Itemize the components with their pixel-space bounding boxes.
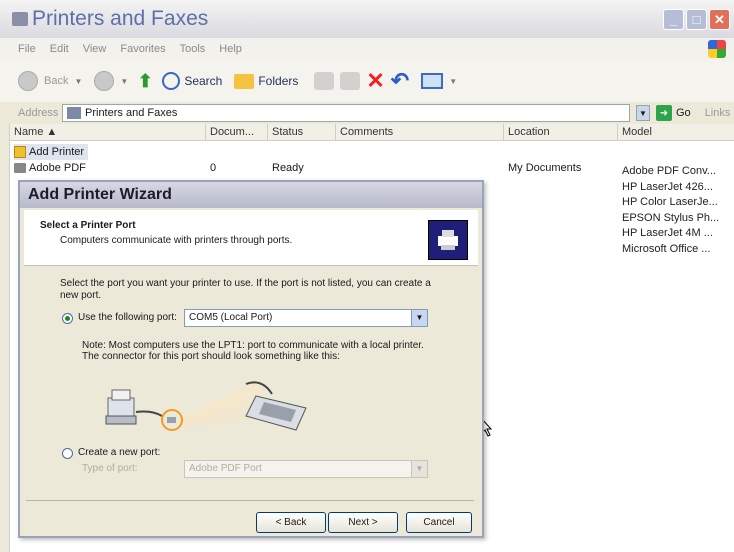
printer-name: Adobe PDF	[29, 162, 86, 174]
delete-icon[interactable]: ✕	[366, 68, 384, 94]
type-of-port-label: Type of port:	[82, 463, 138, 474]
model-cell: HP Color LaserJe...	[622, 196, 718, 208]
views-icon[interactable]	[421, 73, 444, 89]
back-button-label[interactable]: Back	[44, 75, 68, 87]
column-model[interactable]: Model	[618, 124, 734, 141]
menu-file[interactable]: File	[18, 43, 36, 55]
column-status[interactable]: Status	[268, 124, 336, 141]
printer-wizard-icon	[428, 220, 468, 260]
search-button-label: Search	[184, 74, 223, 88]
go-arrow-icon: ➜	[656, 105, 672, 121]
copy-to-icon[interactable]	[340, 72, 361, 90]
model-cell: HP LaserJet 426...	[622, 180, 713, 193]
menu-favorites[interactable]: Favorites	[120, 43, 165, 55]
menu-tools[interactable]: Tools	[180, 43, 206, 55]
move-to-icon[interactable]	[314, 72, 335, 90]
go-label: Go	[676, 107, 691, 119]
search-button[interactable]: Search	[162, 72, 222, 90]
wizard-step-subtitle: Computers communicate with printers thro…	[60, 235, 293, 246]
forward-arrow-icon[interactable]	[94, 71, 115, 91]
add-printer-wizard-dialog: Add Printer Wizard Select a Printer Port…	[18, 180, 484, 538]
address-bar: Address Printers and Faxes ▼ ➜ Go Links	[0, 103, 734, 123]
add-printer-icon	[14, 146, 26, 159]
window-title: Printers and Faxes	[32, 7, 209, 30]
wizard-instruction: Select the port you want your printer to…	[60, 278, 431, 301]
port-type-select-value: Adobe PDF Port	[189, 463, 262, 474]
printer-name: Add Printer	[29, 146, 85, 158]
port-select-dropdown-icon: ▼	[411, 310, 427, 326]
folders-button[interactable]: Folders	[234, 73, 299, 89]
use-following-port-label[interactable]: Use the following port:	[78, 312, 177, 323]
maximize-button[interactable]: □	[686, 9, 707, 30]
menu-view[interactable]: View	[83, 43, 107, 55]
next-button[interactable]: Next >	[328, 512, 398, 533]
undo-icon[interactable]: ↶	[391, 68, 409, 94]
printer-icon	[438, 230, 458, 250]
title-bar: Printers and Faxes _ □ ✕	[0, 0, 734, 38]
port-note: Note: Most computers use the LPT1: port …	[82, 340, 424, 362]
printer-status: Ready	[272, 162, 304, 174]
back-button[interactable]: < Back	[256, 512, 326, 533]
close-button[interactable]: ✕	[709, 9, 730, 30]
model-column-values: Adobe PDF Conv... HP LaserJet 426... HP …	[622, 164, 719, 257]
printers-folder-icon	[67, 107, 81, 119]
column-header-row: Name ▲ Docum... Status Comments Location…	[10, 124, 734, 141]
dialog-title: Add Printer Wizard	[20, 182, 482, 208]
column-documents[interactable]: Docum...	[206, 124, 268, 141]
back-dropdown-icon[interactable]: ▼	[74, 77, 82, 86]
model-cell: Adobe PDF Conv...	[622, 165, 716, 177]
dialog-divider	[26, 500, 474, 501]
back-arrow-icon[interactable]	[18, 71, 38, 91]
up-folder-icon[interactable]: ⬆	[134, 71, 156, 91]
printer-documents: 0	[210, 162, 217, 174]
printer-folder-icon	[12, 12, 28, 26]
use-following-port-radio[interactable]	[62, 313, 73, 324]
lpt-connector-illustration	[105, 381, 307, 431]
column-name[interactable]: Name ▲	[10, 124, 206, 141]
address-field[interactable]: Printers and Faxes	[62, 104, 630, 122]
minimize-button[interactable]: _	[663, 9, 684, 30]
search-icon	[162, 72, 181, 90]
port-select-value: COM5 (Local Port)	[189, 312, 273, 323]
create-new-port-label[interactable]: Create a new port:	[78, 447, 160, 458]
menu-edit[interactable]: Edit	[50, 43, 69, 55]
wizard-header: Select a Printer Port Computers communic…	[24, 210, 478, 266]
create-new-port-radio[interactable]	[62, 448, 73, 459]
folders-icon	[234, 73, 255, 89]
cancel-button[interactable]: Cancel	[406, 512, 472, 533]
menu-bar: File Edit View Favorites Tools Help	[0, 38, 734, 60]
links-button[interactable]: Links	[705, 107, 731, 119]
menu-help[interactable]: Help	[219, 43, 242, 55]
go-button[interactable]: ➜ Go	[656, 105, 691, 121]
address-label: Address	[18, 107, 59, 119]
port-type-dropdown-icon: ▼	[411, 461, 427, 477]
column-comments[interactable]: Comments	[336, 124, 504, 141]
address-dropdown-icon[interactable]: ▼	[636, 105, 650, 121]
printer-icon	[14, 163, 26, 174]
forward-dropdown-icon[interactable]: ▼	[120, 77, 128, 86]
wizard-step-title: Select a Printer Port	[40, 220, 136, 231]
column-location[interactable]: Location	[504, 124, 618, 141]
model-cell: Microsoft Office ...	[622, 242, 711, 255]
port-select[interactable]: COM5 (Local Port) ▼	[184, 309, 428, 327]
address-value: Printers and Faxes	[85, 107, 178, 119]
list-item-add-printer[interactable]: Add Printer	[10, 144, 110, 160]
windows-logo-icon	[708, 40, 726, 58]
model-cell: EPSON Stylus Ph...	[622, 211, 720, 224]
explorer-window: Printers and Faxes _ □ ✕ File Edit View …	[0, 0, 734, 552]
toolbar: Back ▼ ▼ ⬆ Search Folders ✕ ↶ ▼	[0, 60, 734, 102]
printer-location: My Documents	[508, 162, 582, 174]
folders-button-label: Folders	[258, 74, 299, 88]
views-dropdown-icon[interactable]: ▼	[449, 77, 457, 86]
model-cell: HP LaserJet 4M ...	[622, 227, 713, 239]
port-type-select[interactable]: Adobe PDF Port ▼	[184, 460, 428, 478]
